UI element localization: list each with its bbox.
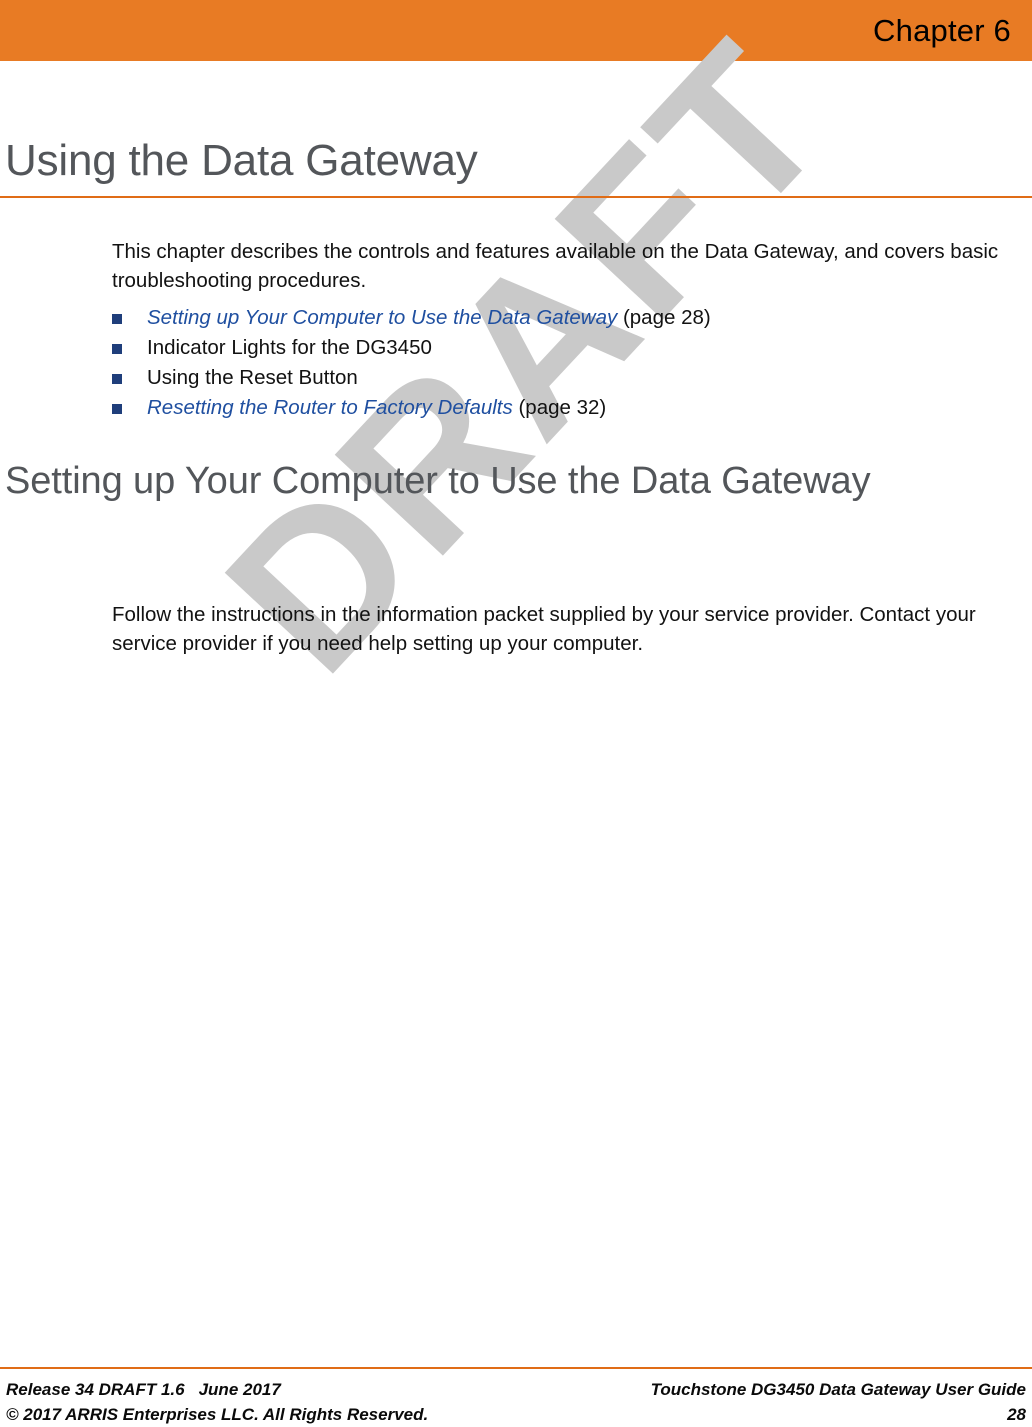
footer-date: June 2017 xyxy=(198,1380,281,1399)
title-divider xyxy=(0,195,1032,198)
square-bullet-icon xyxy=(112,314,122,324)
toc-plain-text: Indicator Lights for the DG3450 xyxy=(147,336,432,359)
footer-page-number: 28 xyxy=(1007,1405,1026,1424)
footer-rows: Release 34 DRAFT 1.6 June 2017 Touchstone… xyxy=(0,1369,1032,1427)
footer-release-info: Release 34 DRAFT 1.6 June 2017 xyxy=(6,1377,281,1402)
page-title: Using the Data Gateway xyxy=(5,136,478,185)
section-paragraph: Follow the instructions in the informati… xyxy=(112,603,976,655)
list-item: Indicator Lights for the DG3450 xyxy=(110,333,1010,363)
square-bullet-icon xyxy=(112,404,122,414)
toc-plain-text: Using the Reset Button xyxy=(147,366,358,389)
toc-link[interactable]: Resetting the Router to Factory Defaults xyxy=(147,396,513,419)
toc-link[interactable]: Setting up Your Computer to Use the Data… xyxy=(147,306,617,329)
page-footer: Release 34 DRAFT 1.6 June 2017 Touchstone… xyxy=(0,1367,1032,1427)
list-item[interactable]: Resetting the Router to Factory Defaults… xyxy=(110,393,1010,423)
footer-copyright: © 2017 ARRIS Enterprises LLC. All Rights… xyxy=(6,1405,429,1424)
document-page: Chapter 6 DRAFT Using the Data Gateway T… xyxy=(0,0,1032,1427)
square-bullet-icon xyxy=(112,374,122,384)
intro-paragraph: This chapter describes the controls and … xyxy=(112,240,999,292)
footer-release: Release 34 DRAFT 1.6 xyxy=(6,1380,185,1399)
page-title-block: Using the Data Gateway xyxy=(0,136,1032,198)
footer-row-bottom: © 2017 ARRIS Enterprises LLC. All Rights… xyxy=(0,1402,1032,1427)
chapter-toc-list: Setting up Your Computer to Use the Data… xyxy=(110,303,1010,423)
section-heading-block: Setting up Your Computer to Use the Data… xyxy=(5,456,1005,507)
section-heading: Setting up Your Computer to Use the Data… xyxy=(5,460,871,502)
square-bullet-icon xyxy=(112,344,122,354)
footer-guide-title: Touchstone DG3450 Data Gateway User Guid… xyxy=(650,1380,1026,1399)
page-content: Using the Data Gateway This chapter desc… xyxy=(0,0,1032,1427)
list-item[interactable]: Setting up Your Computer to Use the Data… xyxy=(110,303,1010,333)
list-item: Using the Reset Button xyxy=(110,363,1010,393)
toc-page-reference: (page 28) xyxy=(617,306,711,329)
footer-row-top: Release 34 DRAFT 1.6 June 2017 Touchstone… xyxy=(0,1377,1032,1402)
toc-page-reference: (page 32) xyxy=(512,396,607,419)
